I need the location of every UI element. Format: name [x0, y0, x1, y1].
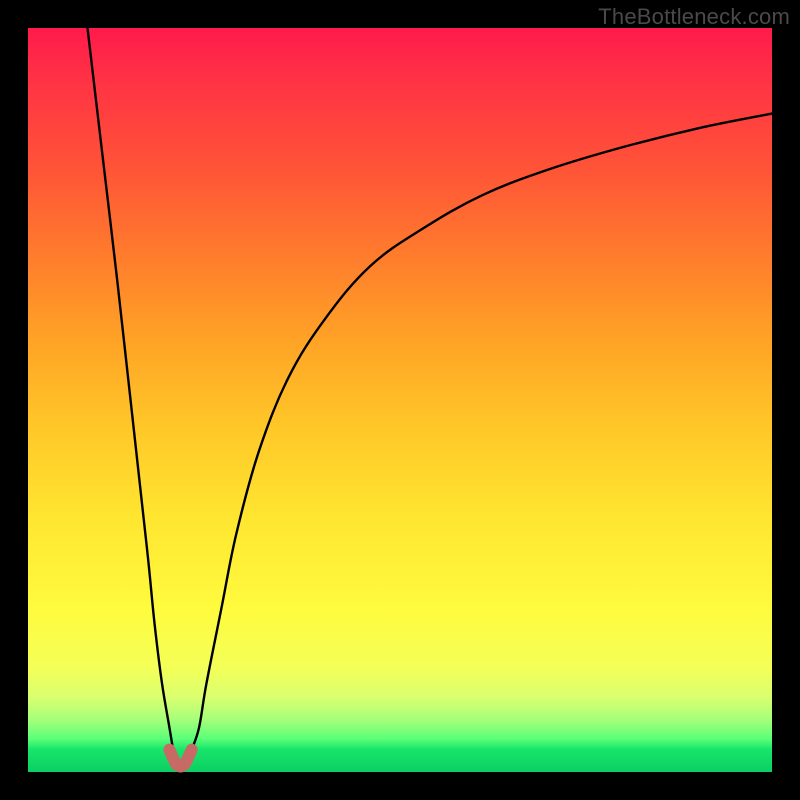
- valley-marker: [169, 750, 191, 767]
- plot-area: [28, 28, 772, 772]
- watermark-label: TheBottleneck.com: [598, 4, 790, 30]
- curve-right-branch: [192, 114, 772, 750]
- chart-frame: TheBottleneck.com: [0, 0, 800, 800]
- bottleneck-curve: [88, 28, 773, 767]
- curve-left-branch: [88, 28, 174, 750]
- curve-layer: [28, 28, 772, 772]
